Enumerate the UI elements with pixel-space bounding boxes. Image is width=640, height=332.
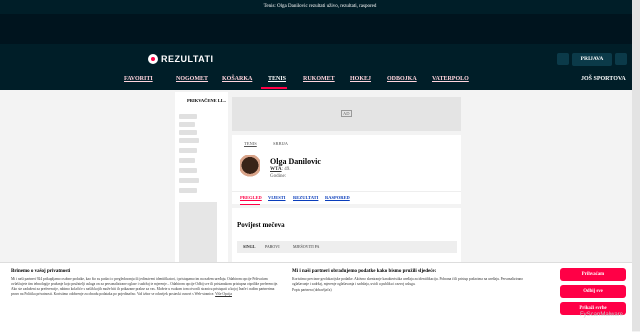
player-tabs: PREGLED VIJESTI REZULTATI RASPORED	[232, 191, 461, 205]
wta-link[interactable]: WTA	[270, 167, 282, 172]
nav-item-favoriti[interactable]: FAVORITI	[124, 72, 153, 86]
skeleton-line	[179, 114, 197, 119]
skeleton-line	[179, 148, 197, 153]
nav-item-rukomet[interactable]: RUKOMET	[303, 72, 335, 86]
nav-item-nogomet[interactable]: NOGOMET	[176, 72, 208, 86]
player-header-card: TENIS SRBIJA Olga Danilovic WTA: 49. God…	[232, 135, 461, 205]
cookie-body: Mi i naši partneri 924 prikupljamo osobn…	[11, 277, 279, 296]
cookie-title: Brinemo o vašoj privatnosti	[11, 269, 71, 274]
skeleton-line	[179, 138, 199, 143]
nav-item-kosarka[interactable]: KOŠARKA	[222, 72, 252, 86]
ad-slot: AD	[232, 97, 461, 131]
site-logo[interactable]: REZULTATI	[148, 54, 214, 64]
logo-text: REZULTATI	[161, 54, 214, 64]
nav-item-tenis[interactable]: TENIS	[268, 72, 286, 86]
skeleton-line	[179, 168, 197, 173]
cookie-text: Mi i naši partneri 924 prikupljamo osobn…	[11, 277, 283, 297]
sport-nav: FAVORITI NOGOMET KOŠARKA TENIS RUKOMET H…	[0, 72, 632, 90]
breadcrumb-srbija[interactable]: SRBIJA	[273, 141, 288, 146]
purposes-title: Mi i naši partneri obrađujemo podatke ka…	[292, 269, 437, 274]
tab-rezultati[interactable]: REZULTATI	[293, 195, 318, 200]
pinned-leagues-title: PRIKVAČENE LI...	[187, 98, 226, 103]
tab-singl[interactable]: SINGL	[243, 244, 255, 249]
skeleton-line	[179, 130, 197, 135]
tab-mjesoviti[interactable]: MJEŠOVITI PA	[293, 244, 319, 249]
more-options-link[interactable]: Više Opcija	[215, 292, 232, 296]
skeleton-line	[179, 188, 197, 193]
match-history-title: Povijest mečeva	[237, 221, 285, 229]
login-button[interactable]: PRIJAVA	[572, 53, 612, 66]
tab-pregled[interactable]: PREGLED	[240, 195, 262, 200]
partners-link[interactable]: Popis partnera (dobavljača)	[292, 288, 332, 292]
tab-raspored[interactable]: RASPORED	[325, 195, 350, 200]
page-title-strip: Tenis: Olga Danilovic rezultati uživo, r…	[0, 0, 640, 14]
player-age-label: Godine:	[270, 174, 287, 179]
player-rank: WTA: 49.	[270, 167, 290, 172]
tab-parovi[interactable]: PAROVI	[265, 244, 280, 249]
skeleton-line	[179, 178, 199, 183]
accept-button[interactable]: Prihvaćam	[560, 268, 626, 281]
nav-item-hokej[interactable]: HOKEJ	[350, 72, 371, 86]
skeleton-line	[179, 122, 195, 127]
search-icon[interactable]	[557, 53, 569, 65]
active-tab-indicator	[240, 204, 260, 205]
logo-icon	[148, 54, 158, 64]
nav-item-vaterpolo[interactable]: VATERPOLO	[432, 72, 469, 86]
nav-more-sports[interactable]: JOŠ SPORTOVA	[581, 72, 626, 86]
header	[0, 44, 632, 72]
player-photo	[240, 155, 260, 181]
reject-all-button[interactable]: Odbij sve	[560, 285, 626, 298]
cookie-consent-banner: Brinemo o vašoj privatnosti Mi i naši pa…	[0, 262, 632, 332]
watermark: FyScanMalware	[580, 312, 624, 318]
ad-label: AD	[341, 110, 352, 117]
menu-icon[interactable]	[615, 53, 627, 65]
left-placeholder-box	[179, 202, 217, 267]
purposes-text: Koristimo precizne geolokacijske podatke…	[292, 277, 524, 286]
player-name: Olga Danilovic	[270, 157, 321, 166]
match-history-tabs: SINGL PAROVI MJEŠOVITI PA	[237, 241, 457, 253]
tab-vijesti[interactable]: VIJESTI	[268, 195, 286, 200]
skeleton-line	[179, 158, 195, 163]
rank-value: : 49.	[281, 167, 291, 172]
top-banner	[0, 14, 632, 44]
nav-item-odbojka[interactable]: ODBOJKA	[387, 72, 417, 86]
breadcrumb-tenis[interactable]: TENIS	[244, 141, 257, 146]
scrollbar[interactable]	[632, 0, 640, 331]
active-nav-indicator	[261, 87, 287, 89]
